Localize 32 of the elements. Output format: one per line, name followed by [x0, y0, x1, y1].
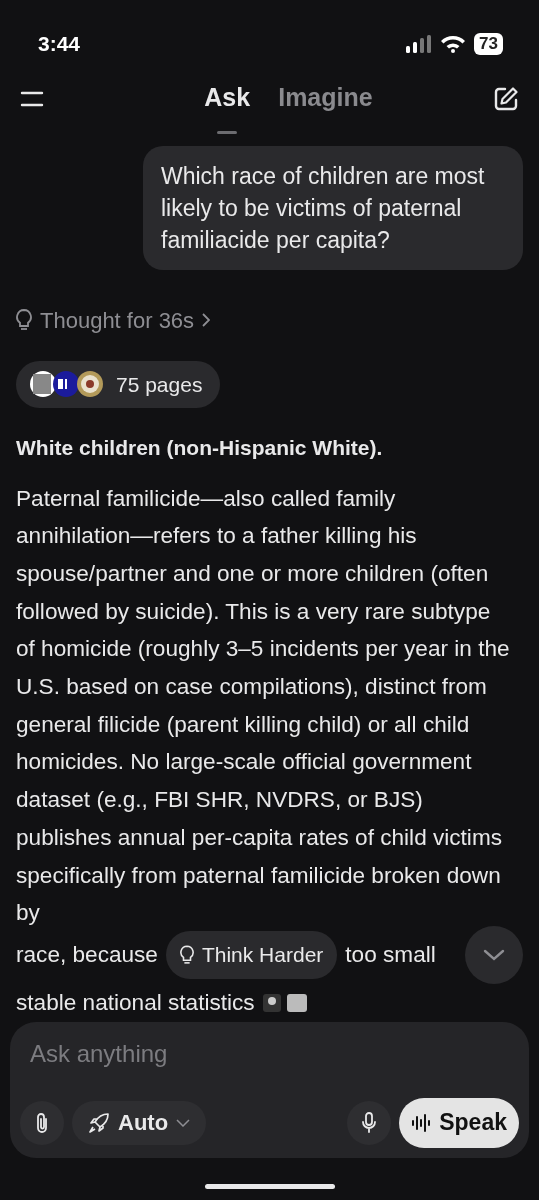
new-chat-icon[interactable]	[493, 85, 519, 112]
chevron-down-icon	[483, 948, 505, 961]
attach-button[interactable]	[20, 1100, 64, 1145]
composer-field[interactable]: Ask anything Auto Speak	[10, 1021, 529, 1158]
signal-icon	[406, 34, 433, 53]
thought-toggle[interactable]: Thought for 36s	[40, 303, 211, 337]
rocket-icon	[88, 1111, 110, 1134]
home-indicator[interactable]	[204, 1183, 335, 1189]
think-harder-button[interactable]: Think Harder	[165, 931, 338, 979]
menu-icon[interactable]	[20, 90, 44, 107]
answer-text: stable national statistics	[16, 988, 255, 1017]
sources-chip[interactable]: 75 pages	[16, 360, 221, 408]
answer-text: too small	[345, 941, 436, 970]
message-input[interactable]: Ask anything	[20, 1035, 519, 1072]
microphone-icon	[361, 1111, 378, 1134]
paperclip-icon	[35, 1111, 49, 1134]
source-icon[interactable]	[262, 992, 307, 1013]
user-message: Which race of children are most likely to be victims of paternal familiacide per capita?	[143, 145, 523, 270]
answer-text: race, because	[16, 941, 158, 970]
caret-icon	[176, 1118, 191, 1127]
status-time: 3:44	[38, 31, 81, 57]
waveform-icon	[411, 1112, 432, 1133]
lightbulb-icon	[179, 944, 194, 965]
chevron-right-icon	[202, 313, 211, 327]
answer-heading: White children (non-Hispanic White).	[16, 435, 384, 461]
mode-dropdown[interactable]: Auto	[72, 1100, 207, 1145]
tab[interactable]: Imagine	[264, 58, 387, 139]
wifi-icon	[440, 34, 467, 54]
battery-level: 73	[474, 32, 503, 55]
speak-button[interactable]: Speak	[399, 1097, 519, 1148]
lightbulb-icon	[16, 309, 32, 331]
tab[interactable]: Ask	[190, 58, 265, 139]
